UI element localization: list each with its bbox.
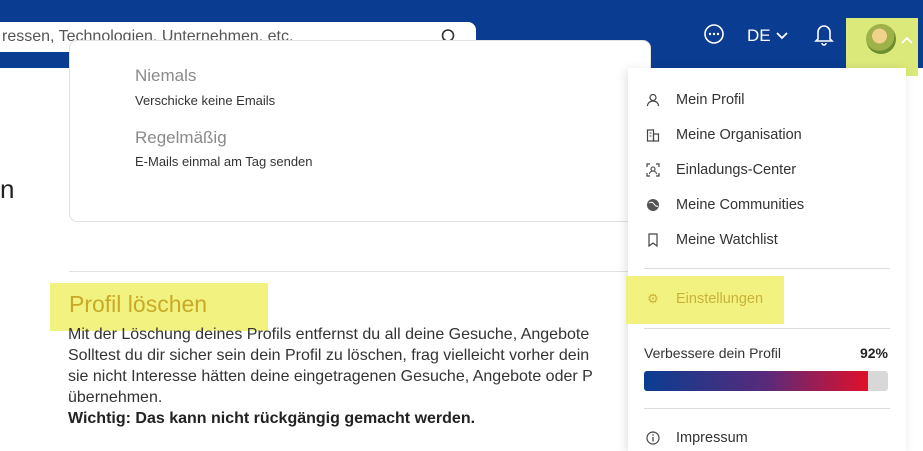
option-title-regular: Regelmäßig xyxy=(135,128,227,147)
profile-progress-fill xyxy=(644,371,869,391)
globe-icon xyxy=(646,198,660,212)
menu-divider xyxy=(644,328,890,329)
chevron-up-icon xyxy=(900,32,914,50)
menu-item-label: Einstellungen xyxy=(676,291,764,307)
menu-divider xyxy=(644,268,890,269)
menu-item-label: Meine Communities xyxy=(676,197,805,213)
menu-item-settings[interactable]: ⚙ Einstellungen xyxy=(646,291,763,307)
menu-item-label: Impressum xyxy=(676,430,748,446)
avatar xyxy=(866,24,896,54)
menu-item-organisation[interactable]: Meine Organisation xyxy=(646,127,802,143)
menu-item-impressum[interactable]: Impressum xyxy=(646,430,748,446)
chevron-down-icon xyxy=(775,26,789,46)
language-label: DE xyxy=(747,26,771,45)
gear-icon: ⚙ xyxy=(647,291,659,306)
delete-text-line: sie nicht Interesse hätten deine eingetr… xyxy=(68,368,593,385)
user-dropdown-menu: Mein Profil Meine Organisation Einladung… xyxy=(626,68,906,451)
option-desc-regular: E-Mails einmal am Tag senden xyxy=(135,154,313,169)
menu-item-label: Einladungs-Center xyxy=(676,162,797,178)
menu-item-invite-center[interactable]: Einladungs-Center xyxy=(646,162,796,178)
section-divider xyxy=(69,271,629,272)
profile-progress-label: Verbessere dein Profil xyxy=(644,345,781,361)
menu-item-watchlist[interactable]: Meine Watchlist xyxy=(646,232,778,248)
menu-item-profile[interactable]: Mein Profil xyxy=(646,92,745,108)
profile-progress-value: 92% xyxy=(859,345,888,361)
language-selector[interactable]: DE xyxy=(747,26,789,46)
user-icon xyxy=(646,93,660,107)
invite-icon xyxy=(646,163,660,177)
delete-warning: Wichtig: Das kann nicht rückgängig gemac… xyxy=(68,410,476,427)
building-icon xyxy=(646,128,660,142)
chat-icon[interactable] xyxy=(703,23,725,50)
bell-icon[interactable] xyxy=(813,22,835,51)
menu-divider xyxy=(644,408,890,409)
cropped-text: n xyxy=(0,174,15,204)
menu-item-label: Meine Organisation xyxy=(676,127,802,143)
menu-item-label: Mein Profil xyxy=(676,92,745,108)
delete-text-line: Mit der Löschung deines Profils entferns… xyxy=(68,326,590,343)
delete-text-line: Solltest du dir sicher sein dein Profil … xyxy=(68,347,590,364)
bookmark-icon xyxy=(646,233,660,248)
delete-description: Mit der Löschung deines Profils entferns… xyxy=(68,324,628,429)
profile-progress-bar xyxy=(644,371,888,391)
menu-item-communities[interactable]: Meine Communities xyxy=(646,197,804,213)
info-icon xyxy=(646,431,660,445)
option-desc-never: Verschicke keine Emails xyxy=(135,93,276,108)
section-heading-delete: Profil löschen xyxy=(69,291,208,317)
menu-item-label: Meine Watchlist xyxy=(676,232,778,248)
option-title-never: Niemals xyxy=(135,66,197,85)
delete-text-line: übernehmen. xyxy=(68,389,163,406)
